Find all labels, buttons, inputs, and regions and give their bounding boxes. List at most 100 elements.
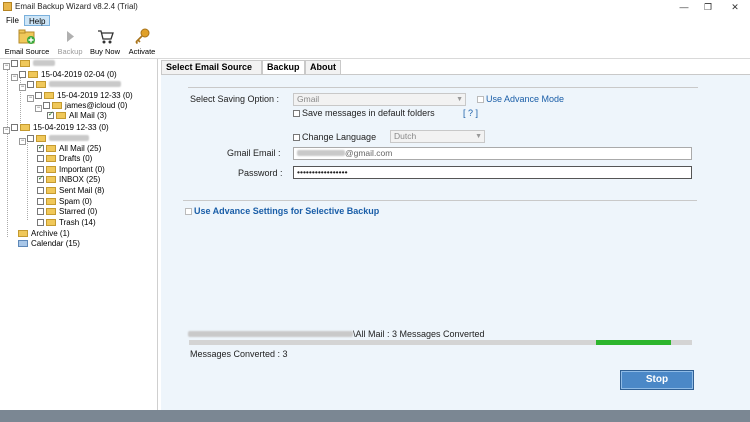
tree-folder-all-mail[interactable]: All Mail (25)	[37, 143, 101, 154]
tree-account-1-sub[interactable]: −	[19, 80, 121, 91]
toolbar: Email Source Backup Buy Now Activate	[0, 26, 750, 59]
folder-icon	[46, 198, 56, 205]
tree-checkbox[interactable]	[27, 135, 34, 142]
folder-icon	[36, 81, 46, 88]
status-path: \All Mail : 3 Messages Converted	[188, 329, 485, 339]
tree-checkbox[interactable]	[27, 81, 34, 88]
folder-icon	[28, 71, 38, 78]
change-language-checkbox[interactable]: Change Language	[293, 132, 376, 142]
tree-checkbox[interactable]	[37, 174, 44, 184]
tree-checkbox[interactable]	[11, 124, 18, 131]
menu-file[interactable]: File	[2, 15, 23, 26]
tree-folder-important[interactable]: Important (0)	[37, 165, 105, 175]
minimize-button[interactable]: —	[674, 1, 694, 13]
language-select[interactable]: Dutch ▼	[390, 130, 485, 143]
tree-account-1-date[interactable]: −15-04-2019 12-33 (0)	[27, 91, 133, 102]
close-button[interactable]: ✕	[725, 1, 745, 13]
window-title: Email Backup Wizard v8.2.4 (Trial)	[15, 2, 138, 11]
password-input[interactable]: •••••••••••••••••	[293, 166, 692, 179]
tab-select-email-source[interactable]: Select Email Source	[161, 60, 262, 74]
tree-calendar[interactable]: Calendar (15)	[18, 239, 80, 249]
advance-settings-checkbox[interactable]: Use Advance Settings for Selective Backu…	[185, 206, 379, 216]
calendar-icon	[18, 240, 28, 247]
stop-button[interactable]: Stop	[620, 370, 694, 390]
saving-option-select[interactable]: Gmail ▼	[293, 93, 466, 106]
folder-icon	[46, 145, 56, 152]
folder-icon	[52, 102, 62, 109]
tree-account-2[interactable]: −15-04-2019 12-33 (0)	[3, 123, 109, 134]
progress-fill	[596, 340, 672, 345]
tree-checkbox[interactable]	[19, 71, 26, 78]
tree-root[interactable]: −	[3, 59, 55, 70]
tree-account-1[interactable]: −15-04-2019 02-04 (0)	[11, 70, 117, 81]
tree-checkbox[interactable]	[43, 102, 50, 109]
password-label: Password :	[238, 168, 283, 178]
backup-panel: Select Saving Option : Gmail ▼ Use Advan…	[161, 74, 750, 410]
email-source-button[interactable]: Email Source	[4, 28, 50, 58]
tree-checkbox[interactable]	[37, 187, 44, 194]
tree-archive[interactable]: Archive (1)	[18, 229, 70, 239]
messages-converted-label: Messages Converted : 3	[190, 349, 288, 359]
backup-label: Backup	[57, 47, 83, 56]
folder-icon	[46, 155, 56, 162]
tree-folder-sent-mail[interactable]: Sent Mail (8)	[37, 186, 104, 196]
folder-icon	[46, 166, 56, 173]
folder-icon	[36, 135, 46, 142]
save-default-folders-checkbox[interactable]: Save messages in default folders	[293, 108, 435, 118]
tree-folder-starred[interactable]: Starred (0)	[37, 207, 97, 217]
menu-bar: File Help	[0, 14, 750, 26]
gmail-email-input[interactable]: @gmail.com	[293, 147, 692, 160]
collapse-icon[interactable]: −	[3, 127, 10, 134]
tree-account-2-sub[interactable]: −	[19, 134, 89, 145]
buy-now-label: Buy Now	[89, 47, 120, 56]
tree-all-mail-1[interactable]: All Mail (3)	[47, 110, 107, 121]
tree-checkbox[interactable]	[35, 92, 42, 99]
collapse-icon[interactable]: −	[19, 84, 26, 91]
collapse-icon[interactable]: −	[35, 105, 42, 112]
tree-checkbox[interactable]	[37, 198, 44, 205]
folder-icon	[44, 92, 54, 99]
tree-checkbox[interactable]	[37, 155, 44, 162]
buy-now-button[interactable]: Buy Now	[88, 28, 122, 58]
collapse-icon[interactable]: −	[27, 95, 34, 102]
tree-folder-drafts[interactable]: Drafts (0)	[37, 154, 92, 164]
backup-button[interactable]: Backup	[55, 28, 85, 58]
conversion-progress-bar	[189, 340, 692, 345]
tab-about[interactable]: About	[305, 60, 341, 74]
activate-button[interactable]: Activate	[126, 28, 158, 58]
divider	[188, 87, 698, 88]
saving-option-label: Select Saving Option :	[190, 94, 280, 104]
play-icon	[64, 28, 76, 45]
collapse-icon[interactable]: −	[3, 63, 10, 70]
menu-help[interactable]: Help	[24, 15, 51, 26]
folder-icon	[46, 219, 56, 226]
folder-icon	[18, 230, 28, 237]
checkbox[interactable]	[293, 134, 300, 141]
key-icon	[134, 28, 151, 45]
tree-checkbox[interactable]	[37, 208, 44, 215]
folder-icon	[46, 187, 56, 194]
collapse-icon[interactable]: −	[19, 138, 26, 145]
help-link[interactable]: [ ? ]	[463, 108, 478, 118]
gmail-email-label: Gmail Email :	[227, 148, 281, 158]
checkbox[interactable]	[293, 110, 300, 117]
checkbox[interactable]	[185, 208, 192, 215]
cart-icon	[97, 28, 114, 45]
tree-checkbox[interactable]	[47, 110, 54, 120]
taskbar	[0, 410, 750, 422]
chevron-down-icon: ▼	[456, 96, 463, 103]
divider	[183, 200, 697, 201]
maximize-button[interactable]: ❐	[698, 1, 718, 13]
email-source-label: Email Source	[4, 47, 50, 56]
tree-folder-trash[interactable]: Trash (14)	[37, 218, 96, 228]
checkbox[interactable]	[477, 96, 484, 103]
tree-checkbox[interactable]	[37, 166, 44, 173]
tree-checkbox[interactable]	[37, 143, 44, 153]
use-advance-mode-checkbox[interactable]: Use Advance Mode	[477, 94, 564, 104]
tab-backup[interactable]: Backup	[262, 60, 305, 75]
tree-checkbox[interactable]	[11, 60, 18, 67]
tree-folder-spam[interactable]: Spam (0)	[37, 197, 92, 207]
tree-checkbox[interactable]	[37, 219, 44, 226]
tree-folder-inbox[interactable]: INBOX (25)	[37, 174, 100, 185]
collapse-icon[interactable]: −	[11, 74, 18, 81]
